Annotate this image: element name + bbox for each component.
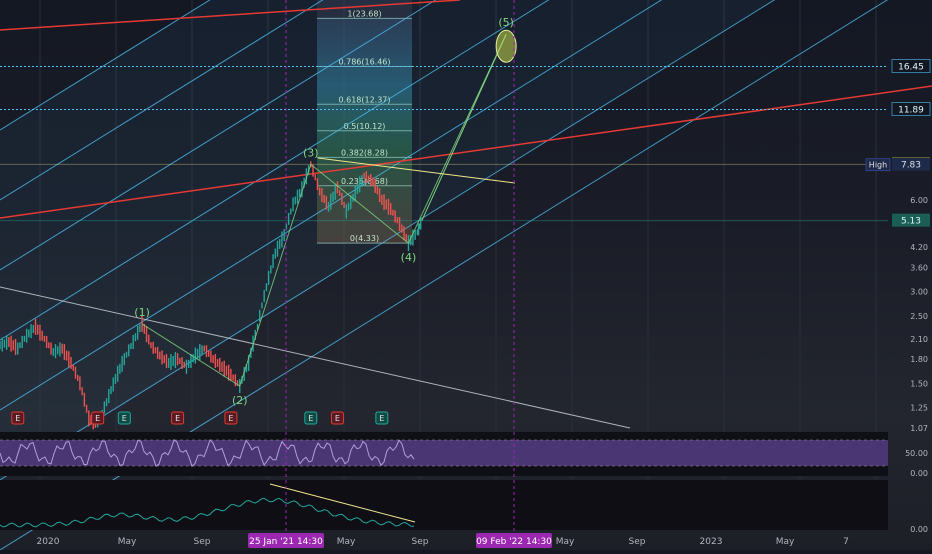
earnings-label: E <box>379 414 384 423</box>
channel-fill <box>0 0 775 480</box>
earnings-marker: E <box>11 411 25 425</box>
high-prefix-label: High <box>869 161 887 170</box>
time-axis-label: 25 Jan '21 14:30 <box>249 537 323 547</box>
wave-label: (1) <box>134 306 150 319</box>
earnings-marker: E <box>117 411 131 425</box>
earnings-marker: E <box>330 411 344 425</box>
price-tag: 16.45 <box>891 59 931 73</box>
time-axis-label: May <box>776 537 795 547</box>
earnings-label: E <box>228 414 233 423</box>
price-tag: 5.13 <box>892 213 930 227</box>
price-axis-tick: 3.60 <box>910 264 928 273</box>
rsi-tick: 50.00 <box>905 449 928 458</box>
price-axis-tick: 1.80 <box>910 355 928 364</box>
chart-root: 1(23.68) 0.786(16.46) 0.618(12.37) 0.5(10.1… <box>0 0 932 551</box>
earnings-label: E <box>15 414 20 423</box>
rsi-pane: 50.00 0.00 <box>0 432 928 478</box>
time-axis-label: 2020 <box>37 537 60 547</box>
price-axis-tick: 1.50 <box>910 379 928 388</box>
price-tag: High 7.83 <box>865 157 930 172</box>
oscillator-pane: 0.00 <box>0 480 928 534</box>
earnings-label: E <box>95 414 100 423</box>
wave-label: (3) <box>303 146 319 159</box>
price-axis-tick: 1.25 <box>910 403 928 412</box>
osc-background <box>0 480 888 530</box>
price-axis-tick: 2.50 <box>910 312 928 321</box>
earnings-label: E <box>308 414 313 423</box>
wave-label: (4) <box>401 251 417 264</box>
price-axis-tick: 4.20 <box>910 243 928 252</box>
wave-label: (2) <box>232 394 248 407</box>
price-axis-tick: 6.00 <box>910 196 928 205</box>
earnings-marker: E <box>171 411 185 425</box>
price-tag-label: 5.13 <box>901 217 921 227</box>
target-ellipse <box>495 29 517 63</box>
time-axis-label: Sep <box>194 537 211 547</box>
time-axis-label: 2023 <box>700 537 723 547</box>
rsi-tick: 0.00 <box>910 469 928 478</box>
rsi-band <box>0 440 888 466</box>
price-axis-tick: 1.07 <box>910 424 928 433</box>
time-axis-label: 09 Feb '22 14:30 <box>476 537 552 547</box>
time-axis-label: May <box>118 537 137 547</box>
price-axis-tick: 2.10 <box>910 335 928 344</box>
time-axis-label: 7 <box>843 537 849 547</box>
osc-tick: 0.00 <box>910 525 928 534</box>
price-tag-label: 11.89 <box>898 105 924 115</box>
earnings-marker: E <box>304 411 318 425</box>
earnings-marker: E <box>375 411 389 425</box>
earnings-label: E <box>175 414 180 423</box>
time-axis-label: May <box>337 537 356 547</box>
price-tag-label: 16.45 <box>898 63 924 73</box>
price-chart[interactable]: 1(23.68)0.786(16.46)0.618(12.37)0.5(10.1… <box>0 0 932 551</box>
earnings-marker: E <box>224 411 238 425</box>
time-axis-label: Sep <box>629 537 646 547</box>
earnings-label: E <box>122 414 127 423</box>
price-tag: 11.89 <box>891 102 931 116</box>
earnings-marker: E <box>91 411 105 425</box>
earnings-label: E <box>335 414 340 423</box>
time-axis-label: Sep <box>412 537 429 547</box>
price-axis-tick: 3.00 <box>910 288 928 297</box>
price-tag-label: 7.83 <box>901 161 921 171</box>
wave-label: (5) <box>498 16 514 29</box>
time-axis-label: May <box>556 537 575 547</box>
